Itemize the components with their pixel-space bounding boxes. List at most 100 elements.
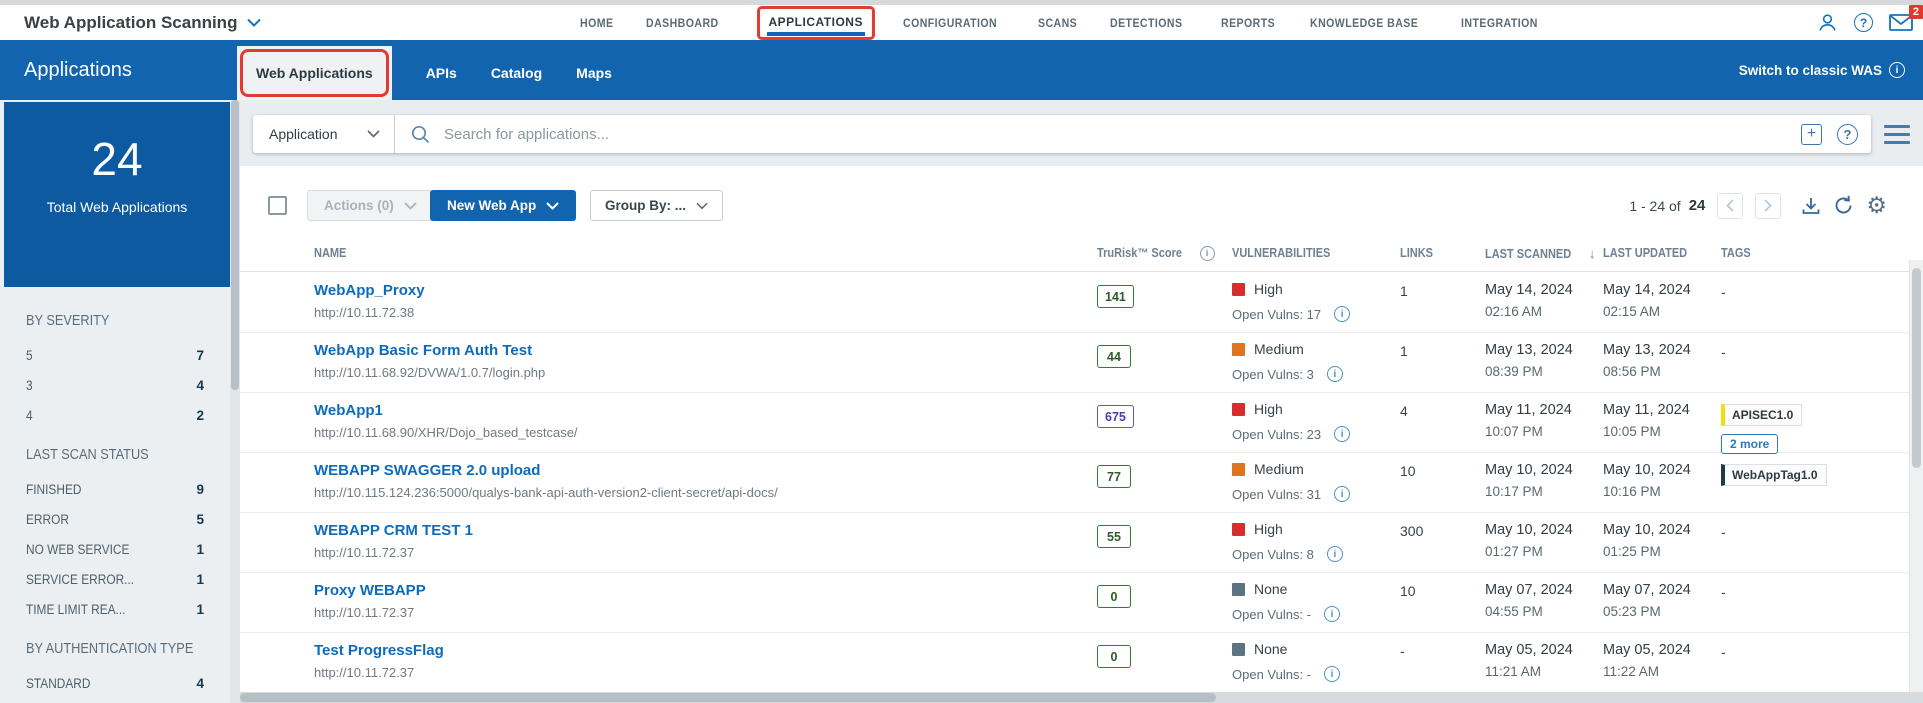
sidebar-filter-row[interactable]: 5 7 [26,348,204,363]
nav-item-knowledge-base[interactable]: KNOWLEDGE BASE [1310,16,1418,30]
search-input[interactable]: Search for applications... [395,125,1801,144]
sidebar-filter-row[interactable]: ERROR 5 [26,512,204,527]
last-updated-time: 08:56 PM [1603,364,1661,379]
menu-icon[interactable] [1884,125,1910,149]
sidebar-filter-row[interactable]: FINISHED 9 [26,482,204,497]
help-icon[interactable]: ? [1854,13,1873,32]
horizontal-scrollbar[interactable] [240,692,1923,703]
sidebar-filter-row[interactable]: TIME LIMIT REA... 1 [26,602,204,617]
table-row: WebApp1 http://10.11.68.90/XHR/Dojo_base… [240,393,1909,454]
tag-chip[interactable]: APISEC1.0 [1721,404,1803,426]
open-vulns-info-icon[interactable]: i [1334,426,1351,442]
open-vulns-info-icon[interactable]: i [1324,606,1341,622]
sidebar-section: BY SEVERITY 5 7 3 4 4 2 [26,313,204,423]
severity-label: High [1254,401,1283,417]
nav-item-integration[interactable]: INTEGRATION [1461,16,1538,30]
prev-page-button[interactable] [1717,192,1744,219]
tab-maps[interactable]: Maps [576,65,612,81]
search-box: Application Search for applications... +… [253,115,1871,153]
tags-cell: - [1721,344,1726,360]
column-header-tags[interactable]: TAGS [1721,246,1909,271]
tab-catalog[interactable]: Catalog [491,65,542,81]
trurisk-score-badge[interactable]: 675 [1097,405,1134,428]
column-header-last-updated[interactable]: LAST UPDATED [1603,246,1721,271]
settings-gear-icon[interactable]: ⚙ [1866,194,1887,217]
trurisk-score-badge[interactable]: 141 [1097,285,1134,308]
column-header-vulnerabilities[interactable]: VULNERABILITIES [1232,246,1400,271]
app-name-link[interactable]: WebApp1 [314,402,383,419]
sidebar-filter-row[interactable]: 3 4 [26,378,204,393]
nav-item-configuration[interactable]: CONFIGURATION [903,16,997,30]
app-name-link[interactable]: WEBAPP CRM TEST 1 [314,522,473,539]
open-vulns-info-icon[interactable]: i [1324,666,1341,682]
last-updated-time: 11:22 AM [1603,664,1660,679]
top-nav: HOME DASHBOARD APPLICATIONS CONFIGURATION SC… [580,5,1549,40]
total-label: Total Web Applications [46,198,188,215]
app-name-link[interactable]: WebApp_Proxy [314,282,425,299]
switch-link-label: Switch to classic WAS [1738,62,1882,78]
column-header-name[interactable]: NAME [314,246,1097,271]
download-icon[interactable] [1801,196,1821,216]
column-header-links[interactable]: LINKS [1400,246,1485,271]
nav-item-applications[interactable]: APPLICATIONS [756,5,875,40]
app-name-link[interactable]: WEBAPP SWAGGER 2.0 upload [314,462,540,479]
refresh-icon[interactable] [1833,195,1854,216]
sidebar-filter-row[interactable]: STANDARD 4 [26,676,204,691]
open-vulns-info-icon[interactable]: i [1334,486,1351,502]
product-switcher[interactable]: Web Application Scanning [24,5,262,40]
last-scanned-time: 10:07 PM [1485,424,1543,439]
search-help-icon[interactable]: ? [1837,123,1858,145]
last-scanned-date: May 10, 2024 [1485,522,1573,538]
user-icon[interactable] [1817,12,1838,33]
app-url: http://10.11.72.37 [314,665,415,680]
messages-icon[interactable]: 2 [1889,5,1923,31]
column-header-last-scanned[interactable]: LAST SCANNED ↓ [1485,246,1603,271]
sidebar-scrollbar[interactable] [230,100,240,703]
nav-item-dashboard[interactable]: DASHBOARD [646,16,719,30]
tag-chip[interactable]: WebAppTag1.0 [1721,464,1827,486]
nav-item-detections[interactable]: DETECTIONS [1110,16,1182,30]
row-gutter [240,393,314,454]
app-url: http://10.11.72.37 [314,545,415,560]
column-header-trurisk-score[interactable]: TruRisk™ Score i [1097,246,1232,271]
trurisk-score-badge[interactable]: 0 [1097,645,1131,668]
severity-color-square [1232,282,1245,296]
open-vulns-info-icon[interactable]: i [1326,366,1343,382]
group-by-dropdown[interactable]: Group By: ... [590,190,723,221]
info-icon[interactable]: i [1199,246,1215,262]
search-band: Application Search for applications... +… [240,100,1923,166]
tab-web-applications[interactable]: Web Applications [237,46,392,100]
switch-to-classic-link[interactable]: Switch to classic WAS i [1739,40,1905,100]
trurisk-score-badge[interactable]: 0 [1097,585,1131,608]
nav-item-reports[interactable]: REPORTS [1221,16,1275,30]
app-url: http://10.11.72.37 [314,605,415,620]
sort-down-icon[interactable]: ↓ [1589,246,1596,261]
sidebar-filter-count: 1 [196,572,204,587]
vertical-scrollbar[interactable] [1909,260,1923,692]
more-tags-chip[interactable]: 2 more [1721,434,1779,454]
app-name-link[interactable]: Proxy WEBAPP [314,582,426,599]
select-all-checkbox[interactable] [268,196,287,215]
sidebar-filter-row[interactable]: NO WEB SERVICE 1 [26,542,204,557]
sidebar-filter-label: 4 [26,408,33,423]
tab-apis[interactable]: APIs [426,65,457,81]
app-name-link[interactable]: Test ProgressFlag [314,642,444,659]
nav-item-scans[interactable]: SCANS [1038,16,1077,30]
sidebar-filter-row[interactable]: 4 2 [26,408,204,423]
new-web-app-button[interactable]: New Web App [430,190,577,221]
trurisk-score-badge[interactable]: 44 [1097,345,1131,368]
sidebar-filter-row[interactable]: SERVICE ERROR... 1 [26,572,204,587]
open-vulns-text: Open Vulns: 23 [1232,426,1322,442]
trurisk-score-badge[interactable]: 55 [1097,525,1131,548]
search-scope-dropdown[interactable]: Application [253,115,395,153]
sidebar-filter-count: 2 [196,408,204,423]
app-name-link[interactable]: WebApp Basic Form Auth Test [314,342,532,359]
open-vulns-info-icon[interactable]: i [1334,306,1351,322]
next-page-button[interactable] [1755,192,1782,219]
actions-button[interactable]: Actions (0) [307,190,434,221]
nav-item-home[interactable]: HOME [580,16,613,30]
trurisk-score-badge[interactable]: 77 [1097,465,1131,488]
add-criteria-icon[interactable]: + [1801,123,1822,145]
links-count: 10 [1400,583,1416,599]
open-vulns-info-icon[interactable]: i [1326,546,1343,562]
